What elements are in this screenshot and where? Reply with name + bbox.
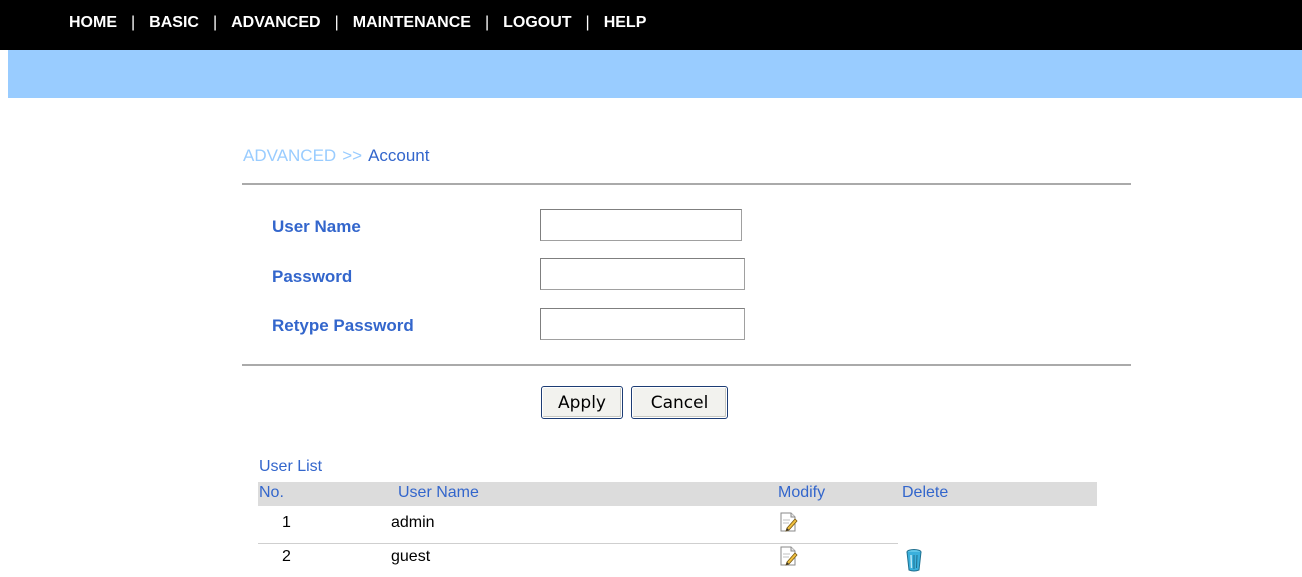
column-header-no: No.: [259, 484, 284, 501]
apply-button[interactable]: Apply: [541, 386, 623, 419]
nav-separator: |: [334, 14, 339, 31]
divider-top: [242, 183, 1131, 185]
nav-separator: |: [585, 14, 590, 31]
nav-logout[interactable]: LOGOUT: [503, 14, 571, 32]
top-nav-links: HOME | BASIC | ADVANCED | MAINTENANCE | …: [69, 14, 646, 32]
nav-basic[interactable]: BASIC: [149, 14, 199, 32]
nav-advanced[interactable]: ADVANCED: [231, 14, 320, 32]
retype-password-label: Retype Password: [272, 316, 414, 335]
edit-icon[interactable]: [779, 545, 799, 567]
row-user-name: guest: [391, 548, 431, 565]
row-user-name: admin: [391, 514, 435, 531]
breadcrumb-current: Account: [368, 146, 430, 165]
edit-icon[interactable]: [779, 511, 799, 533]
column-header-delete: Delete: [902, 484, 949, 501]
header-band: [8, 50, 1302, 98]
divider-bottom: [242, 364, 1131, 366]
nav-home[interactable]: HOME: [69, 14, 117, 32]
breadcrumb: ADVANCED >> Account: [243, 146, 430, 166]
nav-separator: |: [131, 14, 136, 31]
password-label: Password: [272, 267, 353, 286]
nav-separator: |: [212, 14, 218, 31]
nav-separator: |: [484, 14, 490, 31]
nav-maintenance[interactable]: MAINTENANCE: [353, 14, 471, 32]
cancel-button[interactable]: Cancel: [631, 386, 728, 419]
table-row: 2 guest: [258, 543, 922, 575]
table-row: 1 admin: [258, 510, 1097, 541]
user-name-label: User Name: [272, 217, 361, 236]
column-header-user-name: User Name: [398, 484, 479, 501]
column-header-modify: Modify: [778, 484, 826, 501]
top-nav-bar: HOME | BASIC | ADVANCED | MAINTENANCE | …: [0, 0, 1302, 50]
breadcrumb-parent: ADVANCED: [243, 146, 337, 165]
trash-icon[interactable]: [904, 548, 924, 572]
row-number: 1: [282, 514, 291, 531]
password-input[interactable]: [540, 258, 745, 290]
user-list-header: No. User Name Modify Delete: [258, 482, 1097, 506]
breadcrumb-separator: >>: [342, 146, 363, 165]
user-name-input[interactable]: [540, 209, 742, 241]
retype-password-input[interactable]: [540, 308, 745, 340]
row-number: 2: [282, 548, 291, 565]
user-list-title: User List: [259, 458, 323, 475]
nav-help[interactable]: HELP: [604, 14, 647, 32]
